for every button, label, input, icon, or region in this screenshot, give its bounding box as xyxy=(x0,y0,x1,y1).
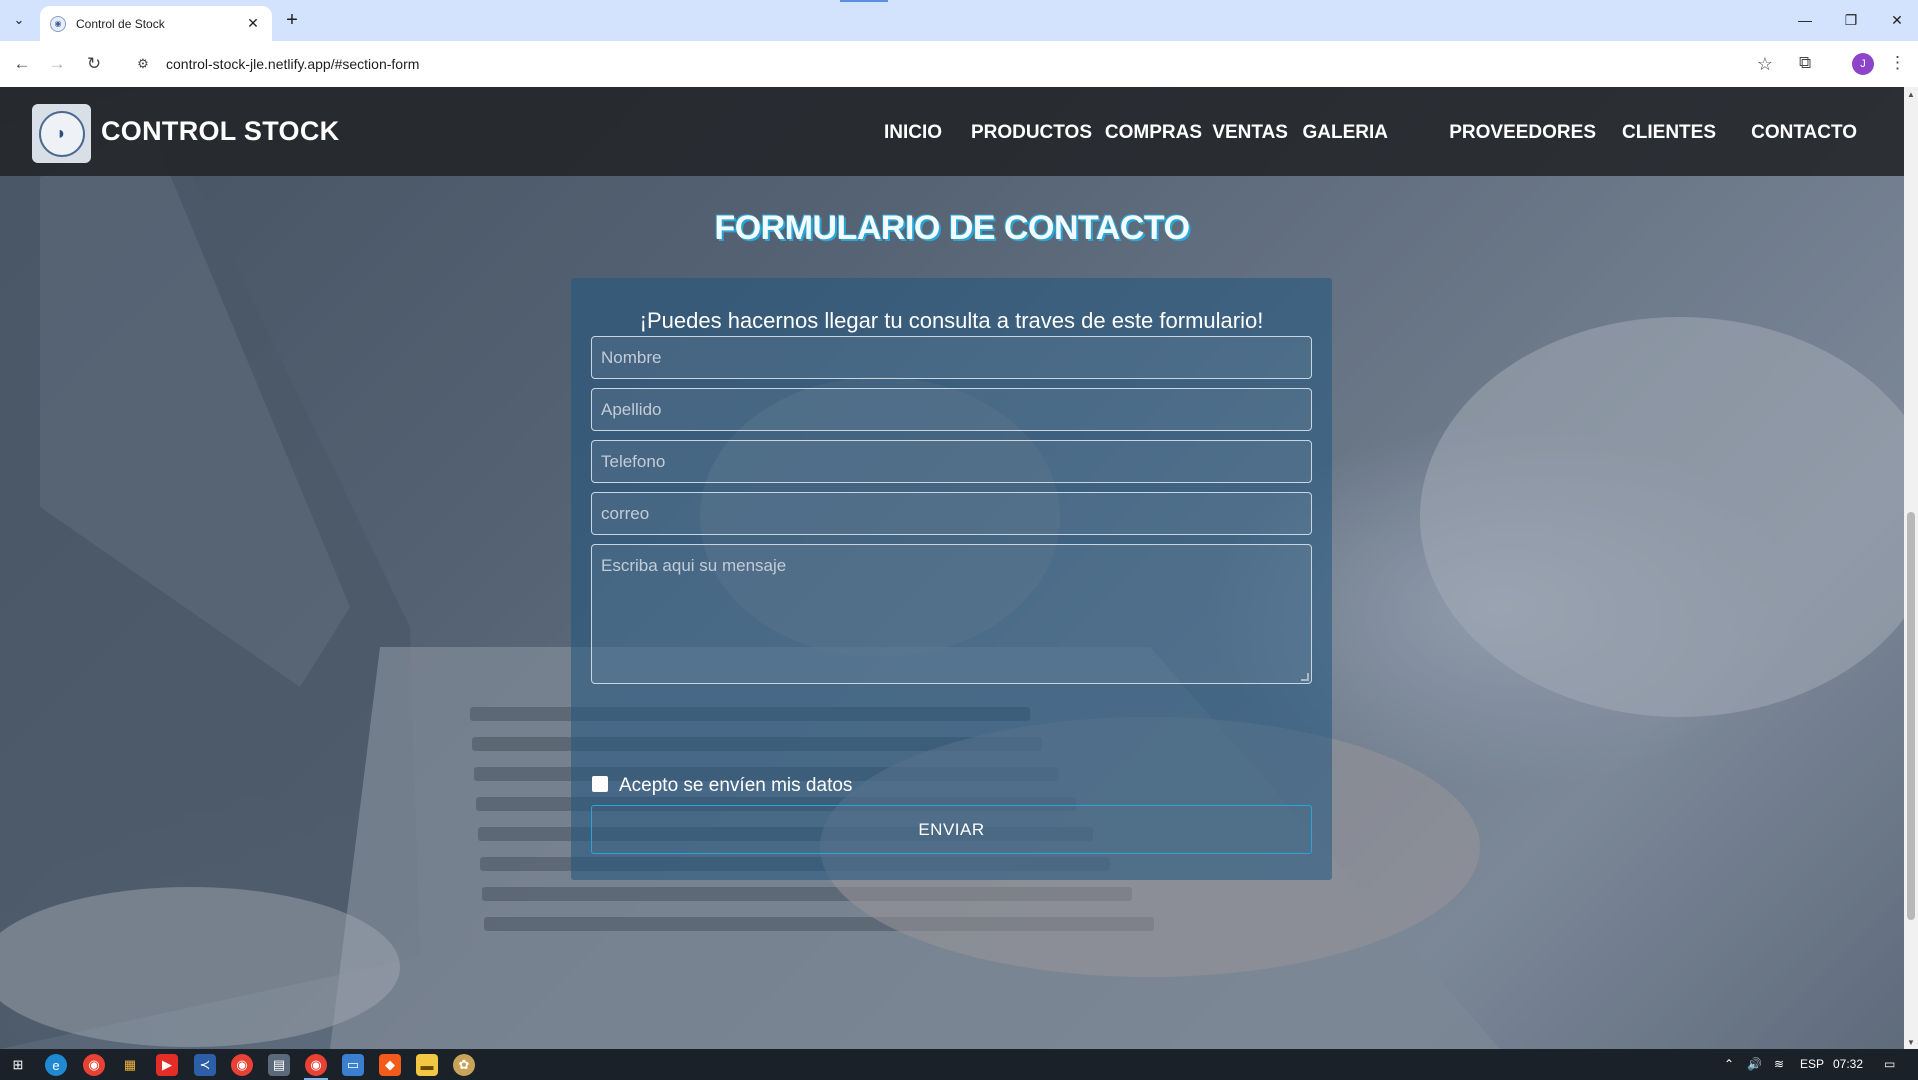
edge-icon[interactable]: e xyxy=(45,1054,67,1076)
wifi-icon[interactable]: ≋ xyxy=(1774,1057,1784,1071)
brave-icon[interactable]: ◆ xyxy=(379,1054,401,1076)
form-subtitle: ¡Puedes hacernos llegar tu consulta a tr… xyxy=(639,308,1264,333)
site-logo[interactable]: ◗ xyxy=(32,104,91,163)
minimize-icon[interactable]: — xyxy=(1790,6,1820,34)
telefono-input[interactable]: Telefono xyxy=(591,440,1312,483)
browser-tab[interactable]: ◉ Control de Stock ✕ xyxy=(40,6,272,41)
browser-tab-strip: ⌄ ◉ Control de Stock ✕ + — ❐ ✕ xyxy=(0,0,1918,41)
vscode-icon[interactable]: ≺ xyxy=(194,1054,216,1076)
new-tab-button[interactable]: + xyxy=(280,8,304,32)
consent-checkbox[interactable] xyxy=(592,776,608,792)
nav-proveedores[interactable]: PROVEEDORES xyxy=(1449,122,1596,144)
close-tab-icon[interactable]: ✕ xyxy=(244,15,262,32)
app-icon[interactable]: ✿ xyxy=(453,1054,475,1076)
tray-chevron-icon[interactable]: ⌃ xyxy=(1724,1057,1734,1071)
youtube-icon[interactable]: ▶ xyxy=(156,1054,178,1076)
nav-compras[interactable]: COMPRAS xyxy=(1105,122,1202,144)
store-icon[interactable]: ▦ xyxy=(119,1054,141,1076)
apellido-placeholder: Apellido xyxy=(601,399,662,419)
nav-ventas[interactable]: VENTAS xyxy=(1212,122,1288,144)
nav-clientes[interactable]: CLIENTES xyxy=(1622,122,1716,144)
chrome-active-icon[interactable]: ◉ xyxy=(305,1054,327,1076)
forward-icon[interactable]: → xyxy=(44,51,70,77)
nombre-input[interactable]: Nombre xyxy=(591,336,1312,379)
reload-icon[interactable]: ↻ xyxy=(81,51,107,77)
site-favicon-icon: ◉ xyxy=(50,15,66,32)
nombre-placeholder: Nombre xyxy=(601,347,662,367)
nav-inicio[interactable]: INICIO xyxy=(884,122,942,144)
consent-label[interactable]: Acepto se envíen mis datos xyxy=(619,775,852,797)
bookmark-star-icon[interactable]: ☆ xyxy=(1757,54,1773,75)
mensaje-textarea[interactable]: Escriba aqui su mensaje xyxy=(591,544,1312,684)
page-viewport: ◗ CONTROL STOCK INICIO PRODUCTOS COMPRAS… xyxy=(0,87,1904,1049)
volume-icon[interactable]: 🔊 xyxy=(1747,1057,1762,1071)
logo-seal-icon: ◗ xyxy=(38,110,85,157)
loading-indicator xyxy=(840,0,888,2)
page-scrollbar[interactable]: ▲ ▼ xyxy=(1904,87,1918,1049)
contact-form: ¡Puedes hacernos llegar tu consulta a tr… xyxy=(571,278,1332,880)
chrome-profile-icon[interactable]: ◉ xyxy=(231,1054,253,1076)
brand-name[interactable]: CONTROL STOCK xyxy=(101,116,339,147)
browser-toolbar: ← → ↻ ⚙ control-stock-jle.netlify.app/#s… xyxy=(0,41,1918,87)
profile-avatar[interactable]: J xyxy=(1852,53,1874,75)
correo-input[interactable]: correo xyxy=(591,492,1312,535)
file-explorer-icon[interactable]: ▬ xyxy=(416,1054,438,1076)
notifications-icon[interactable]: ▭ xyxy=(1884,1057,1895,1071)
tab-title: Control de Stock xyxy=(76,16,165,31)
telefono-placeholder: Telefono xyxy=(601,451,666,471)
scroll-up-icon[interactable]: ▲ xyxy=(1904,87,1918,101)
chrome-icon[interactable]: ◉ xyxy=(83,1054,105,1076)
scroll-thumb[interactable] xyxy=(1907,512,1915,920)
nav-productos[interactable]: PRODUCTOS xyxy=(971,122,1092,144)
calculator-icon[interactable]: ▤ xyxy=(268,1054,290,1076)
browser-menu-icon[interactable]: ⋮ xyxy=(1889,53,1906,73)
clock[interactable]: 07:32 xyxy=(1833,1057,1863,1071)
resize-handle-icon[interactable] xyxy=(1301,673,1309,681)
url-text[interactable]: control-stock-jle.netlify.app/#section-f… xyxy=(166,56,419,72)
site-header: ◗ CONTROL STOCK INICIO PRODUCTOS COMPRAS… xyxy=(0,87,1904,176)
nav-galeria[interactable]: GALERIA xyxy=(1303,122,1389,144)
start-icon[interactable]: ⊞ xyxy=(7,1054,29,1076)
nav-contacto[interactable]: CONTACTO xyxy=(1751,122,1857,144)
back-icon[interactable]: ← xyxy=(9,51,35,77)
restore-icon[interactable]: ❐ xyxy=(1836,6,1866,34)
form-title: FORMULARIO DE CONTACTO xyxy=(714,209,1190,247)
extensions-icon[interactable]: ⧉ xyxy=(1799,53,1811,73)
address-bar[interactable]: ⚙ control-stock-jle.netlify.app/#section… xyxy=(122,46,1787,82)
site-info-icon[interactable]: ⚙ xyxy=(130,56,156,72)
scroll-down-icon[interactable]: ▼ xyxy=(1904,1035,1918,1049)
submit-button[interactable]: ENVIAR xyxy=(591,805,1312,854)
tab-search-icon[interactable]: ⌄ xyxy=(8,9,30,31)
windows-taskbar: ⊞ e ◉ ▦ ▶ ≺ ◉ ▤ ◉ ▭ ◆ ▬ ✿ ⌃ 🔊 ≋ ESP 07:3… xyxy=(0,1049,1918,1080)
apellido-input[interactable]: Apellido xyxy=(591,388,1312,431)
close-window-icon[interactable]: ✕ xyxy=(1882,6,1912,34)
mensaje-placeholder: Escriba aqui su mensaje xyxy=(601,556,787,575)
language-indicator[interactable]: ESP xyxy=(1800,1057,1824,1071)
correo-placeholder: correo xyxy=(601,503,650,523)
remote-desktop-icon[interactable]: ▭ xyxy=(342,1054,364,1076)
